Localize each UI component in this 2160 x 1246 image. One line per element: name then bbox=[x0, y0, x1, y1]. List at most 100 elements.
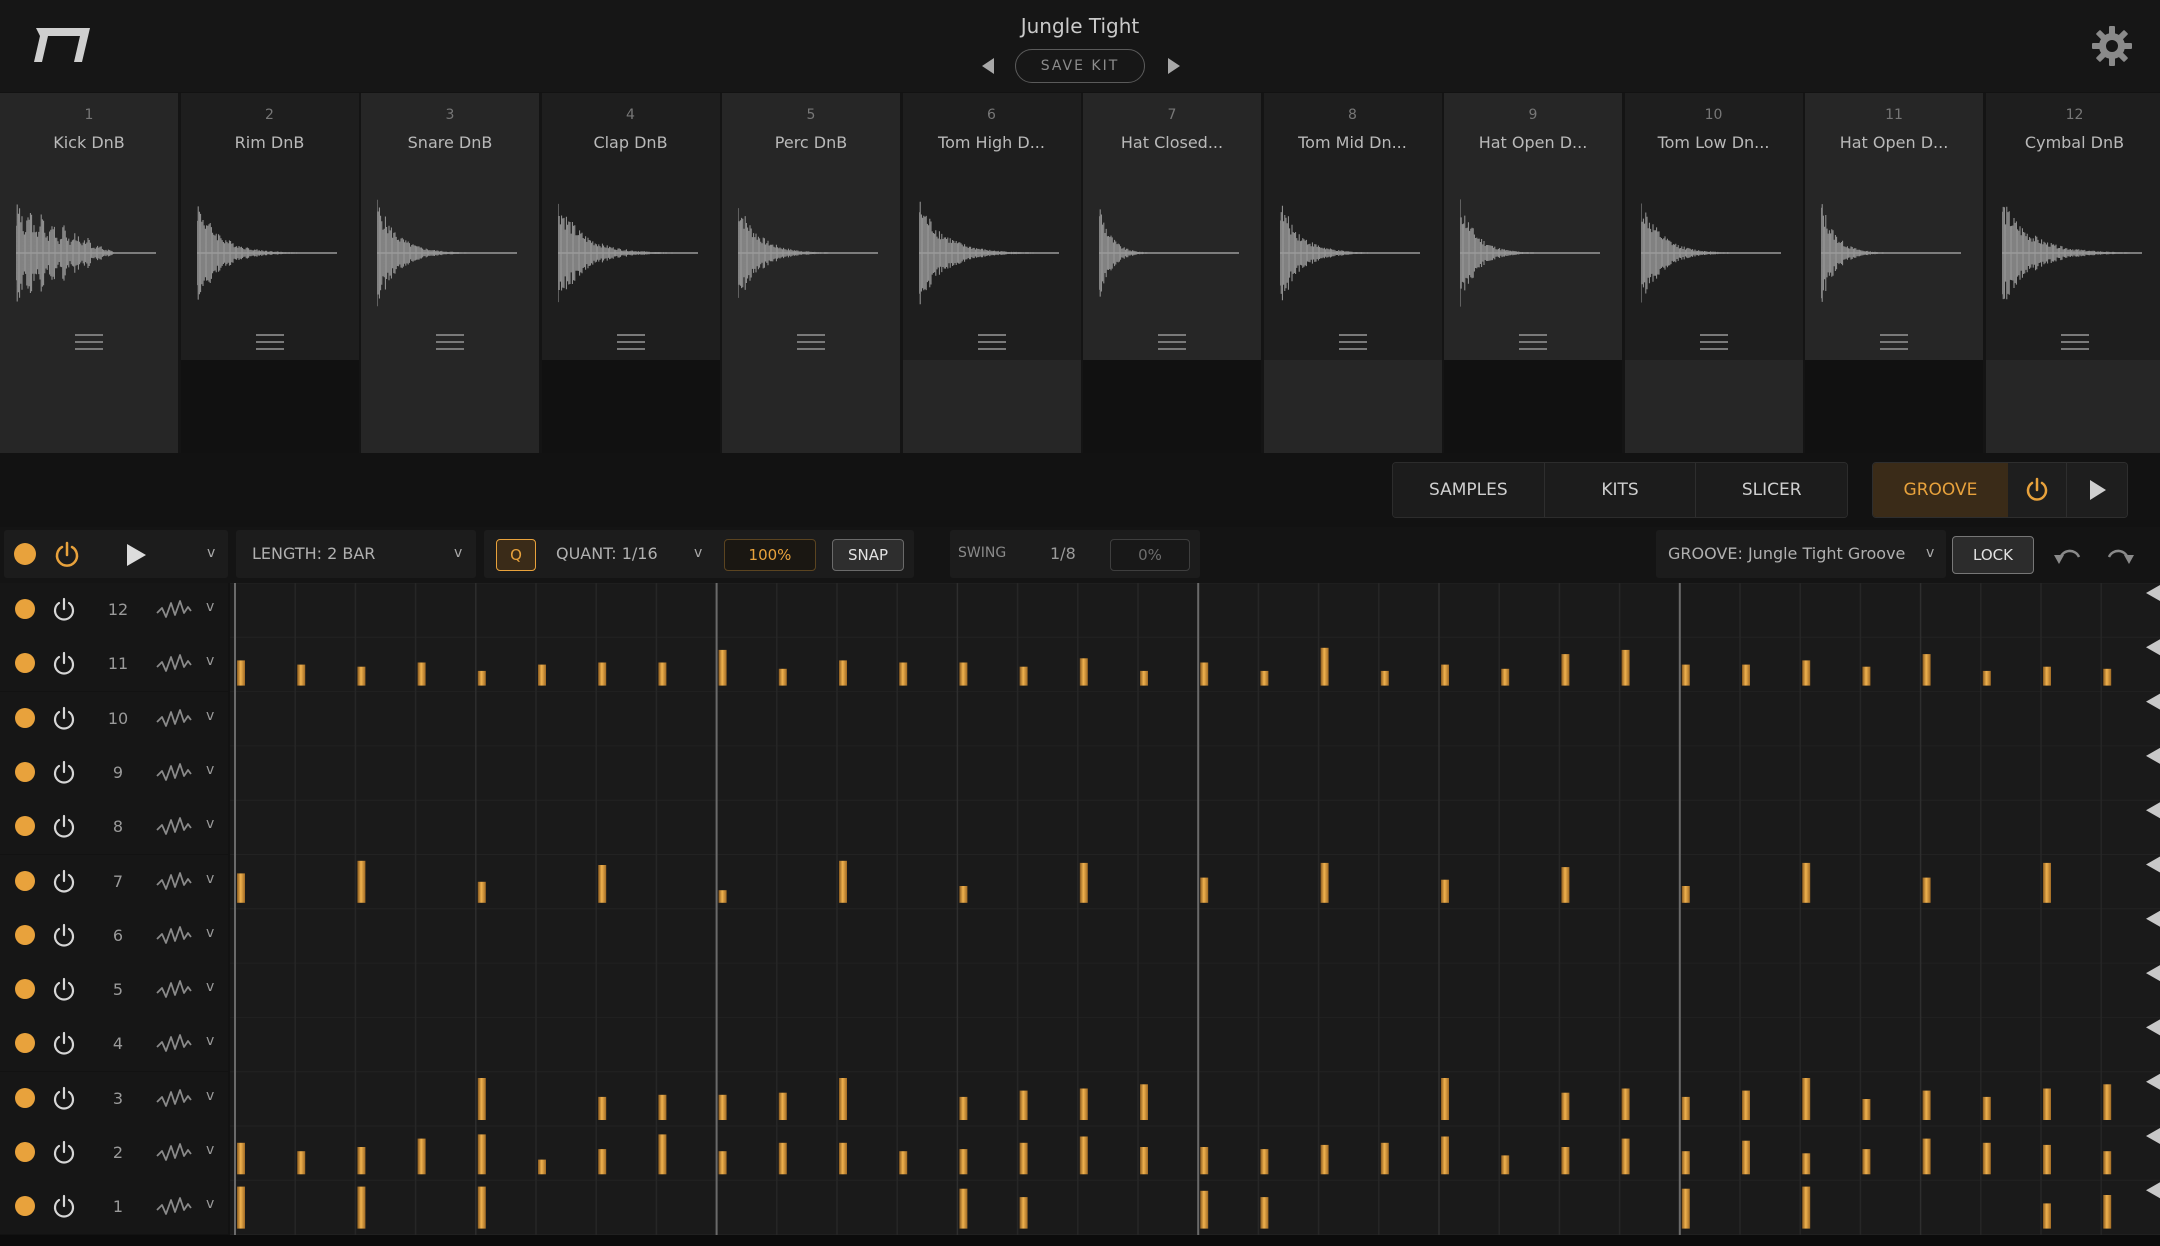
master-mute-dot[interactable] bbox=[14, 543, 36, 565]
note-lane-11-step-22[interactable] bbox=[1501, 668, 1510, 686]
note-lane-7-step-3[interactable] bbox=[357, 860, 366, 903]
note-lane-2-step-8[interactable] bbox=[658, 1134, 667, 1175]
pad-7[interactable]: 7 Hat Closed... bbox=[1083, 93, 1261, 453]
note-lane-1-step-27[interactable] bbox=[1802, 1186, 1811, 1229]
row-dropdown-chevron[interactable]: v bbox=[206, 925, 214, 941]
lock-button[interactable]: LOCK bbox=[1952, 536, 2034, 574]
note-lane-11-step-19[interactable] bbox=[1320, 647, 1329, 686]
power-icon[interactable] bbox=[50, 868, 78, 896]
note-lane-7-step-9[interactable] bbox=[718, 890, 727, 903]
note-lane-3-step-32[interactable] bbox=[2103, 1084, 2112, 1120]
note-lane-11-step-7[interactable] bbox=[598, 662, 607, 686]
note-lane-3-step-21[interactable] bbox=[1441, 1078, 1449, 1120]
note-lane-2-step-21[interactable] bbox=[1441, 1136, 1449, 1175]
note-lane-3-step-27[interactable] bbox=[1802, 1078, 1811, 1120]
note-lane-7-step-25[interactable] bbox=[1681, 886, 1690, 903]
row-dropdown-chevron[interactable]: v bbox=[206, 816, 214, 832]
row-mute-dot[interactable] bbox=[15, 707, 35, 728]
step-grid[interactable] bbox=[230, 583, 2160, 1235]
modulation-wave-icon[interactable] bbox=[156, 1194, 192, 1220]
note-lane-2-step-10[interactable] bbox=[778, 1142, 787, 1175]
row-mute-dot[interactable] bbox=[15, 816, 35, 837]
note-lane-11-step-17[interactable] bbox=[1200, 662, 1209, 686]
note-lane-2-step-24[interactable] bbox=[1621, 1138, 1630, 1175]
power-icon[interactable] bbox=[50, 650, 78, 678]
tab-samples[interactable]: SAMPLES bbox=[1393, 463, 1545, 517]
note-lane-2-step-26[interactable] bbox=[1742, 1140, 1750, 1175]
note-lane-7-step-21[interactable] bbox=[1441, 879, 1449, 903]
note-lane-7-step-19[interactable] bbox=[1320, 862, 1329, 903]
power-icon[interactable] bbox=[50, 976, 78, 1004]
pad-menu-icon[interactable] bbox=[1338, 331, 1368, 353]
pad-menu-icon[interactable] bbox=[2060, 331, 2090, 353]
note-lane-11-step-25[interactable] bbox=[1681, 664, 1690, 686]
power-icon[interactable] bbox=[52, 540, 82, 570]
pad-2[interactable]: 2 Rim DnB bbox=[180, 93, 359, 453]
note-lane-11-step-28[interactable] bbox=[1862, 666, 1871, 686]
note-lane-3-step-10[interactable] bbox=[778, 1092, 787, 1120]
pad-menu-icon[interactable] bbox=[255, 331, 285, 353]
note-lane-2-step-7[interactable] bbox=[598, 1149, 607, 1175]
modulation-wave-icon[interactable] bbox=[156, 869, 192, 895]
modulation-wave-icon[interactable] bbox=[156, 760, 192, 786]
note-lane-3-step-13[interactable] bbox=[959, 1096, 968, 1120]
row-mute-dot[interactable] bbox=[15, 1033, 35, 1054]
undo-icon[interactable] bbox=[2052, 541, 2084, 569]
note-lane-3-step-23[interactable] bbox=[1561, 1092, 1570, 1120]
note-lane-7-step-17[interactable] bbox=[1200, 877, 1209, 903]
modulation-wave-icon[interactable] bbox=[156, 1086, 192, 1112]
row-mute-dot[interactable] bbox=[15, 653, 35, 674]
power-icon[interactable] bbox=[50, 1139, 78, 1167]
pad-6[interactable]: 6 Tom High D... bbox=[902, 93, 1081, 453]
quantize-toggle[interactable]: Q bbox=[496, 539, 536, 571]
note-lane-11-step-16[interactable] bbox=[1140, 670, 1148, 686]
note-lane-2-step-29[interactable] bbox=[1922, 1138, 1931, 1175]
note-lane-3-step-29[interactable] bbox=[1922, 1090, 1931, 1120]
note-lane-11-step-14[interactable] bbox=[1019, 666, 1028, 686]
note-lane-2-step-27[interactable] bbox=[1802, 1153, 1811, 1175]
note-lane-3-step-11[interactable] bbox=[839, 1078, 847, 1120]
note-lane-2-step-16[interactable] bbox=[1140, 1147, 1148, 1175]
note-lane-3-step-7[interactable] bbox=[598, 1096, 607, 1120]
note-lane-2-step-1[interactable] bbox=[237, 1142, 245, 1175]
note-lane-2-step-15[interactable] bbox=[1079, 1136, 1088, 1175]
note-lane-2-step-31[interactable] bbox=[2043, 1144, 2051, 1175]
prev-kit-icon[interactable] bbox=[976, 54, 1000, 78]
note-lane-11-step-10[interactable] bbox=[778, 668, 787, 686]
note-lane-11-step-13[interactable] bbox=[959, 662, 968, 686]
note-lane-2-step-4[interactable] bbox=[417, 1138, 426, 1175]
note-lane-7-step-29[interactable] bbox=[1922, 877, 1931, 903]
note-lane-7-step-7[interactable] bbox=[598, 865, 607, 903]
gear-icon[interactable] bbox=[2090, 24, 2134, 68]
row-mute-dot[interactable] bbox=[15, 1087, 35, 1108]
modulation-wave-icon[interactable] bbox=[156, 597, 192, 623]
note-lane-11-step-4[interactable] bbox=[417, 662, 426, 686]
note-lane-2-step-9[interactable] bbox=[718, 1151, 727, 1175]
note-lane-2-step-32[interactable] bbox=[2103, 1151, 2112, 1175]
row-mute-dot[interactable] bbox=[15, 924, 35, 945]
transport-dropdown-chevron[interactable]: v bbox=[207, 545, 215, 561]
pad-1[interactable]: 1 Kick DnB bbox=[0, 93, 178, 453]
pad-10[interactable]: 10 Tom Low Dn... bbox=[1624, 93, 1803, 453]
note-lane-3-step-8[interactable] bbox=[658, 1094, 667, 1120]
power-icon[interactable] bbox=[50, 1193, 78, 1221]
modulation-wave-icon[interactable] bbox=[156, 923, 192, 949]
note-lane-11-step-2[interactable] bbox=[297, 664, 306, 686]
note-lane-7-step-11[interactable] bbox=[839, 860, 847, 903]
pad-8[interactable]: 8 Tom Mid Dn... bbox=[1263, 93, 1442, 453]
note-lane-11-step-18[interactable] bbox=[1260, 670, 1269, 686]
tab-kits[interactable]: KITS bbox=[1544, 463, 1697, 517]
row-dropdown-chevron[interactable]: v bbox=[206, 599, 214, 615]
note-lane-11-step-6[interactable] bbox=[538, 664, 546, 686]
row-dropdown-chevron[interactable]: v bbox=[206, 871, 214, 887]
note-lane-3-step-16[interactable] bbox=[1140, 1084, 1148, 1120]
row-dropdown-chevron[interactable]: v bbox=[206, 653, 214, 669]
note-lane-11-step-21[interactable] bbox=[1441, 664, 1449, 686]
pad-menu-icon[interactable] bbox=[1879, 331, 1909, 353]
pad-menu-icon[interactable] bbox=[1518, 331, 1548, 353]
note-lane-3-step-25[interactable] bbox=[1681, 1096, 1690, 1120]
power-icon[interactable] bbox=[50, 596, 78, 624]
note-lane-11-step-1[interactable] bbox=[237, 660, 245, 686]
note-lane-2-step-25[interactable] bbox=[1681, 1151, 1690, 1175]
note-lane-3-step-9[interactable] bbox=[718, 1094, 727, 1120]
